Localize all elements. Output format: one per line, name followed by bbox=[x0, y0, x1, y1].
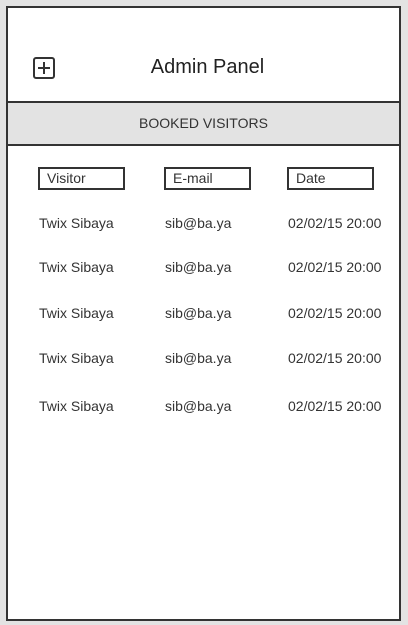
column-header-email[interactable]: E-mail bbox=[164, 167, 251, 190]
visit-date: 02/02/15 20:00 bbox=[288, 398, 382, 414]
visitor-name: Twix Sibaya bbox=[39, 215, 114, 231]
visitor-name: Twix Sibaya bbox=[39, 259, 114, 275]
visitor-name: Twix Sibaya bbox=[39, 398, 114, 414]
section-header-booked-visitors: BOOKED VISITORS bbox=[8, 101, 399, 146]
column-header-date[interactable]: Date bbox=[287, 167, 374, 190]
app-frame: Admin Panel BOOKED VISITORS Visitor E-ma… bbox=[6, 6, 401, 621]
visitor-email: sib@ba.ya bbox=[165, 259, 232, 275]
visit-date: 02/02/15 20:00 bbox=[288, 215, 382, 231]
visit-date: 02/02/15 20:00 bbox=[288, 259, 382, 275]
visitor-email: sib@ba.ya bbox=[165, 398, 232, 414]
header: Admin Panel bbox=[8, 8, 399, 103]
visitor-name: Twix Sibaya bbox=[39, 305, 114, 321]
visit-date: 02/02/15 20:00 bbox=[288, 350, 382, 366]
visitor-name: Twix Sibaya bbox=[39, 350, 114, 366]
visitor-email: sib@ba.ya bbox=[165, 350, 232, 366]
column-header-visitor[interactable]: Visitor bbox=[38, 167, 125, 190]
visit-date: 02/02/15 20:00 bbox=[288, 305, 382, 321]
page-title: Admin Panel bbox=[150, 56, 265, 78]
visitor-email: sib@ba.ya bbox=[165, 215, 232, 231]
visitor-email: sib@ba.ya bbox=[165, 305, 232, 321]
